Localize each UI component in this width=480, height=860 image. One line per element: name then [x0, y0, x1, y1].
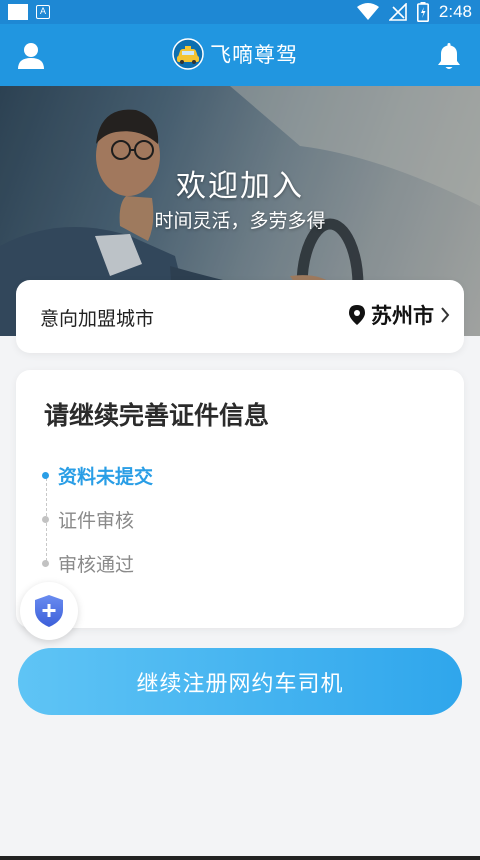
wifi-icon	[356, 3, 379, 20]
status-time: 2:48	[438, 2, 472, 21]
taxi-logo-icon	[172, 38, 204, 70]
certificate-info-card: 请继续完善证件信息 资料未提交 证件审核 审核通过	[16, 370, 464, 628]
safety-shield-button[interactable]	[20, 582, 78, 640]
notification-a-icon: A	[36, 5, 50, 19]
hero-subtitle: 时间灵活，多劳多得	[154, 210, 326, 232]
status-right: 2:48	[356, 2, 472, 22]
location-pin-icon	[349, 305, 365, 325]
step-dot	[42, 516, 49, 523]
city-value: 苏州市	[371, 304, 434, 328]
shield-plus-icon	[35, 595, 63, 627]
app-name: 飞嘀尊驾	[210, 43, 298, 67]
step-label: 审核通过	[58, 554, 135, 576]
step-dot	[42, 560, 49, 567]
city-select[interactable]: 苏州市	[349, 300, 450, 330]
hero-title: 欢迎加入	[176, 169, 304, 204]
status-bar: A 2:48	[0, 0, 480, 24]
bottom-edge	[0, 856, 480, 860]
status-left: A	[8, 4, 50, 20]
bell-icon[interactable]	[433, 40, 465, 72]
signal-icon	[388, 3, 407, 21]
step-item: 审核通过	[42, 550, 134, 577]
city-label: 意向加盟城市	[40, 308, 155, 330]
user-profile-icon[interactable]	[15, 40, 47, 72]
app-header: 飞嘀尊驾	[0, 24, 480, 86]
city-selector[interactable]: 意向加盟城市 苏州市	[16, 280, 464, 353]
step-item: 证件审核	[42, 506, 134, 533]
brand: 飞嘀尊驾	[172, 38, 298, 70]
info-title: 请继续完善证件信息	[44, 401, 270, 430]
step-dot	[42, 472, 49, 479]
continue-register-button[interactable]: 继续注册网约车司机	[18, 648, 462, 715]
battery-icon	[416, 2, 429, 22]
step-label: 证件审核	[58, 510, 135, 532]
chevron-right-icon	[441, 307, 450, 323]
notification-square-icon	[8, 4, 28, 20]
step-label: 资料未提交	[58, 466, 154, 488]
step-item: 资料未提交	[42, 462, 153, 489]
